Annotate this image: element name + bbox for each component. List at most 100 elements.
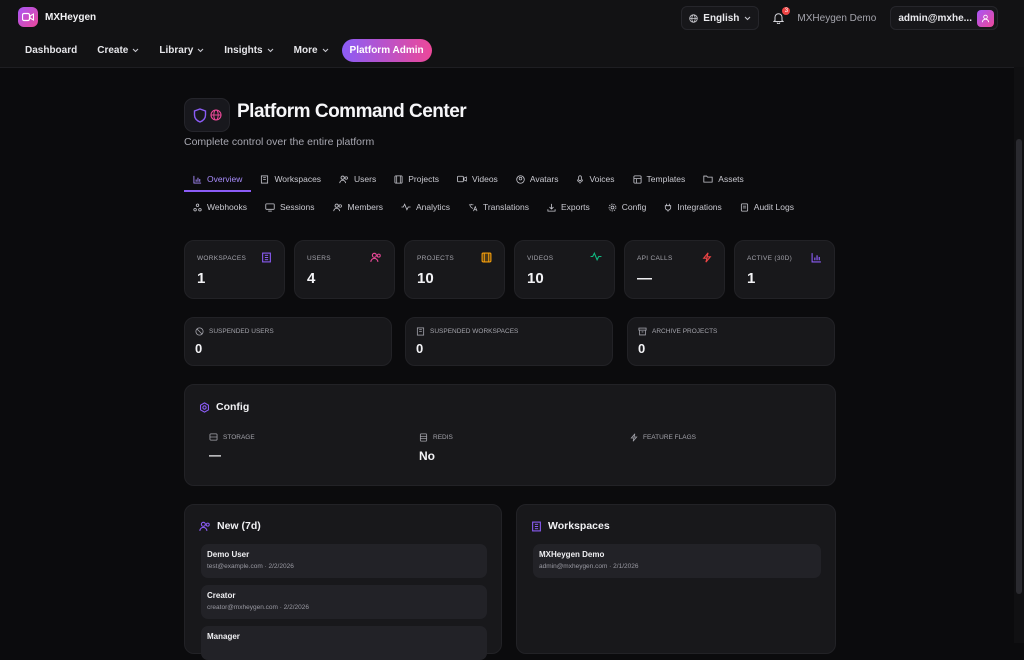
stat-label-row: ARCHIVE PROJECTS [638, 327, 717, 336]
config-value: — [209, 448, 221, 462]
mic-icon [577, 174, 584, 184]
tab-users[interactable]: Users [330, 168, 385, 190]
language-selector[interactable]: English [681, 6, 760, 30]
tab-label: Exports [560, 202, 590, 212]
account-email: admin@mxhe... [898, 12, 972, 24]
stat-label: VIDEOS [527, 255, 554, 262]
stat-card-archive-projects: ARCHIVE PROJECTS 0 [627, 317, 835, 366]
tab-config[interactable]: Config [599, 196, 656, 218]
config-label: FEATURE FLAGS [643, 434, 696, 441]
stat-value: 1 [747, 270, 756, 287]
activity-icon [590, 252, 602, 261]
tab-sessions[interactable]: Sessions [256, 196, 324, 218]
stat-label: ARCHIVE PROJECTS [652, 328, 718, 335]
header-badge [184, 98, 230, 132]
stat-value: 4 [307, 270, 316, 287]
stat-card-active-30d: ACTIVE (30D) 1 [734, 240, 835, 299]
top-bar: MXHeygen Dashboard Create Library Insigh… [0, 0, 1024, 68]
tab-label: Config [621, 202, 647, 212]
archive-icon [638, 327, 647, 336]
tab-label: Avatars [529, 174, 559, 184]
list-item-title: Demo User [207, 550, 250, 559]
activity-icon [401, 203, 411, 211]
stat-label-row: SUSPENDED WORKSPACES [416, 327, 518, 336]
chevron-down-icon [267, 48, 274, 53]
scrollbar-thumb[interactable] [1016, 139, 1022, 594]
section-title-text: New (7d) [217, 520, 261, 532]
tab-members[interactable]: Members [324, 196, 392, 218]
config-title: Config [199, 401, 249, 413]
list-item-title: MXHeygen Demo [539, 550, 605, 559]
tab-webhooks[interactable]: Webhooks [184, 196, 256, 218]
monitor-icon [265, 202, 275, 212]
nav-label: Create [97, 45, 129, 56]
stat-label: PROJECTS [417, 255, 455, 262]
tab-assets[interactable]: Assets [694, 168, 753, 190]
new-users-title: New (7d) [199, 520, 261, 532]
tab-videos[interactable]: Videos [448, 168, 507, 190]
stat-card-workspaces: WORKSPACES 1 [184, 240, 285, 299]
tab-workspaces[interactable]: Workspaces [251, 168, 330, 190]
tab-voices[interactable]: Voices [567, 168, 623, 190]
plug-icon [665, 203, 672, 212]
stat-card-suspended-users: SUSPENDED USERS 0 [184, 317, 392, 366]
workspaces-title: Workspaces [531, 520, 610, 532]
list-item-meta: admin@mxheygen.com · 2/1/2026 [539, 563, 639, 570]
tab-audit-logs[interactable]: Audit Logs [731, 196, 803, 218]
tab-templates[interactable]: Templates [624, 168, 695, 190]
avatar [977, 9, 994, 27]
stat-value: 0 [638, 341, 646, 356]
tab-label: Users [354, 174, 377, 184]
notification-badge: 3 [782, 7, 791, 15]
translate-icon [468, 203, 478, 211]
config-feature-flags: FEATURE FLAGS [630, 433, 696, 449]
tab-translations[interactable]: Translations [459, 196, 538, 218]
log-icon [740, 202, 748, 212]
tab-label: Sessions [280, 202, 315, 212]
tab-integrations[interactable]: Integrations [655, 196, 730, 218]
tab-exports[interactable]: Exports [538, 196, 599, 218]
list-item[interactable]: Creator creator@mxheygen.com · 2/2/2026 [201, 585, 487, 619]
page-subtitle: Complete control over the entire platfor… [184, 136, 375, 148]
nav-label: Dashboard [25, 45, 78, 56]
account-menu[interactable]: admin@mxhe... [890, 6, 998, 30]
list-item[interactable]: MXHeygen Demo admin@mxheygen.com · 2/1/2… [533, 544, 821, 578]
main-nav: Dashboard Create Library Insights More P… [18, 39, 432, 62]
stat-value: 10 [527, 270, 544, 287]
config-label: STORAGE [223, 433, 255, 441]
new-users-card: New (7d) Demo User test@example.com · 2/… [184, 504, 502, 660]
zap-icon [702, 252, 712, 263]
chevron-down-icon [745, 16, 751, 20]
nav-more[interactable]: More [287, 40, 336, 61]
tenant-name[interactable]: MXHeygen Demo [797, 13, 876, 24]
building-icon [532, 521, 541, 531]
brand[interactable]: MXHeygen [18, 7, 96, 27]
list-item[interactable]: Demo User test@example.com · 2/2/2026 [201, 544, 487, 578]
tab-projects[interactable]: Projects [385, 168, 448, 190]
nav-create[interactable]: Create [90, 40, 146, 61]
nav-dashboard[interactable]: Dashboard [18, 40, 84, 61]
stat-card-users: USERS 4 [294, 240, 395, 299]
notifications-button[interactable]: 3 [769, 7, 791, 27]
building-icon [262, 252, 271, 263]
tab-label: Assets [718, 174, 744, 184]
avatar-icon [516, 174, 525, 184]
tab-avatars[interactable]: Avatars [507, 168, 568, 190]
tab-overview[interactable]: Overview [184, 168, 252, 192]
config-label-row: FEATURE FLAGS [630, 433, 696, 442]
stat-value: — [637, 270, 652, 287]
scrollbar[interactable] [1014, 67, 1024, 643]
webhook-icon [193, 203, 202, 211]
nav-insights[interactable]: Insights [217, 40, 280, 61]
users-icon [370, 252, 381, 262]
tab-analytics[interactable]: Analytics [392, 196, 459, 218]
nav-library[interactable]: Library [152, 40, 211, 61]
platform-admin-button[interactable]: Platform Admin [341, 39, 432, 62]
section-title-text: Config [216, 401, 250, 413]
tab-label: Videos [471, 174, 498, 184]
config-label-row: STORAGE [209, 433, 255, 441]
members-icon [332, 203, 342, 211]
list-item[interactable]: Manager [201, 626, 487, 660]
nav-label: More [293, 45, 318, 56]
folder-icon [703, 175, 713, 183]
